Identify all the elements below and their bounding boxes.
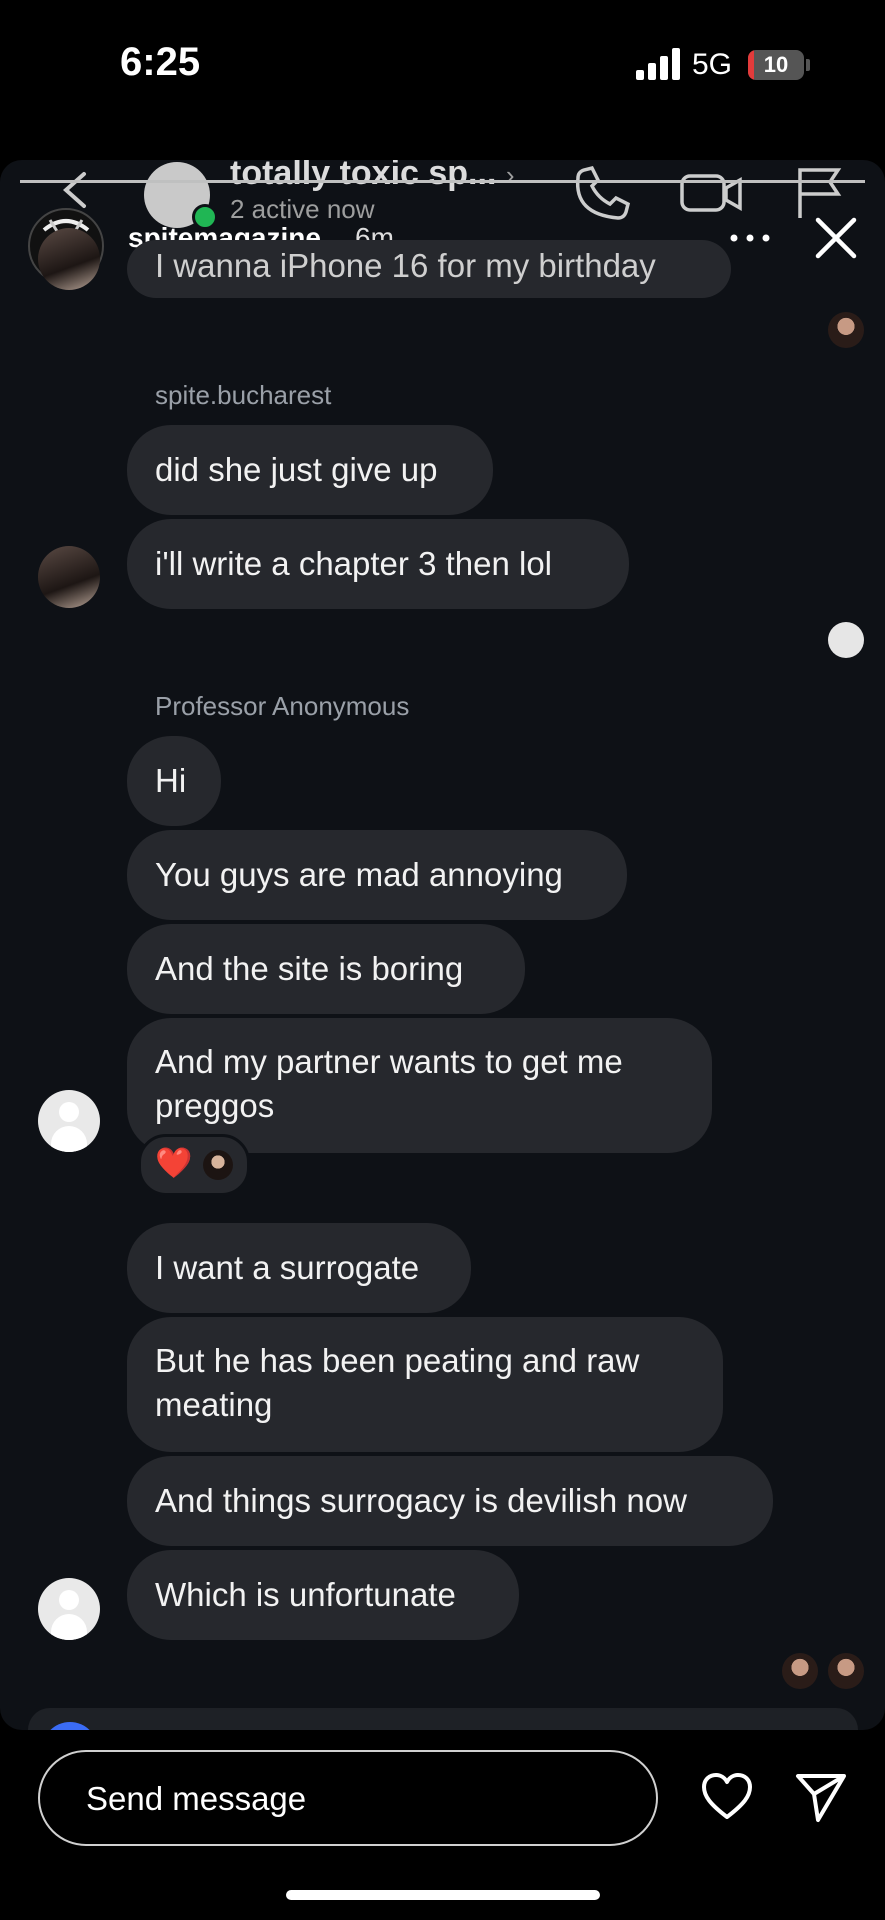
sender-name: spite.bucharest [155, 380, 332, 410]
home-indicator [286, 1890, 600, 1900]
message-bubble: I wanna iPhone 16 for my birthday [127, 240, 731, 298]
send-icon[interactable] [794, 1770, 848, 1824]
status-bar: 6:25 5G 10 [0, 0, 885, 130]
signal-icon [636, 48, 680, 80]
message-bubble: And my partner wants to get me preggos [127, 1018, 712, 1153]
heart-icon[interactable] [700, 1770, 754, 1824]
battery-icon: 10 [748, 50, 804, 80]
avatar [42, 1722, 98, 1730]
message-bubble: did she just give up [127, 425, 493, 515]
more-icon[interactable] [728, 228, 772, 248]
next-message-peek [28, 1708, 858, 1730]
message-bubble: And the site is boring [127, 924, 525, 1014]
send-message-input[interactable]: Send message [38, 1750, 658, 1846]
read-receipt-avatar [828, 1653, 864, 1689]
message-bubble: I want a surrogate [127, 1223, 471, 1313]
send-message-placeholder: Send message [86, 1780, 307, 1817]
close-icon[interactable] [812, 214, 860, 262]
sender-avatar [38, 546, 100, 608]
network-type: 5G [692, 48, 733, 81]
battery-percent: 10 [763, 52, 789, 77]
read-receipt-avatar [782, 1653, 818, 1689]
read-receipt-avatar [828, 622, 864, 658]
reaction-emoji: ❤️ [155, 1147, 193, 1180]
reactor-avatar [203, 1150, 233, 1180]
read-receipt-avatar [828, 312, 864, 348]
message-bubble: i'll write a chapter 3 then lol [127, 519, 629, 609]
sender-avatar [38, 228, 100, 290]
sender-avatar [38, 1578, 100, 1640]
message-bubble: But he has been peating and raw meating [127, 1317, 723, 1452]
sender-avatar [38, 1090, 100, 1152]
message-bubble: And things surrogacy is devilish now [127, 1456, 773, 1546]
overlay-line [20, 180, 865, 183]
message-bubble: Hi [127, 736, 221, 826]
message-bubble: You guys are mad annoying [127, 830, 627, 920]
group-title: totally toxic sp... › [230, 160, 515, 192]
story-card: totally toxic sp... › 2 active now spite… [0, 160, 885, 1730]
message-bubble: Which is unfortunate [127, 1550, 519, 1640]
message-reaction[interactable]: ❤️ [138, 1134, 250, 1196]
sender-name: Professor Anonymous [155, 691, 410, 721]
status-time: 6:25 [120, 40, 201, 84]
battery-nub [806, 59, 810, 71]
